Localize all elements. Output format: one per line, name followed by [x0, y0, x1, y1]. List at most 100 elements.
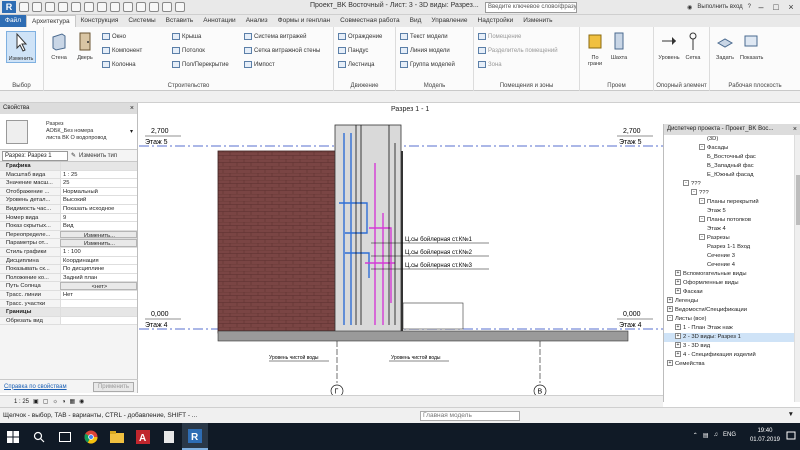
tab-structure[interactable]: Конструкция — [76, 15, 124, 27]
search-icon[interactable] — [26, 423, 52, 450]
collapse-icon[interactable]: - — [699, 144, 705, 151]
property-value[interactable]: 25 — [60, 179, 137, 187]
browser-item[interactable]: Б_Восточный фас — [664, 153, 800, 162]
print-icon[interactable] — [84, 2, 94, 12]
shadows-icon[interactable]: ◑ — [62, 399, 66, 405]
property-value[interactable]: По дисциплине — [60, 265, 137, 273]
property-value[interactable]: Вид — [60, 222, 137, 230]
pipe-label-2[interactable]: Ц.сы бойлерная ст.К№2 — [405, 249, 473, 256]
expand-icon[interactable]: + — [675, 288, 681, 295]
expand-icon[interactable]: + — [667, 306, 673, 313]
property-value[interactable]: Показать исходное — [60, 204, 137, 213]
close-hidden-icon[interactable] — [162, 2, 172, 12]
detail-level-icon[interactable]: ▣ — [33, 398, 39, 405]
binoculars-icon[interactable]: ◉ — [687, 4, 692, 11]
expand-icon[interactable]: + — [667, 360, 673, 367]
model-text-button[interactable]: Текст модели — [400, 33, 448, 40]
section-drawing[interactable]: Разрез 1 - 1 2,700 Этаж 5 2,700 Этаж 5 0… — [139, 103, 663, 398]
collapse-icon[interactable]: - — [691, 189, 697, 196]
ceiling-button[interactable]: Потолок — [172, 47, 205, 54]
expand-icon[interactable]: + — [675, 342, 681, 349]
3d-view-icon[interactable] — [123, 2, 133, 12]
save-icon[interactable] — [32, 2, 42, 12]
close-icon[interactable]: × — [130, 103, 134, 114]
filter-icon[interactable]: ▼ — [788, 411, 794, 418]
pipe-label-1[interactable]: Ц.сы бойлерная ст.К№1 — [405, 236, 473, 243]
browser-item[interactable]: + Ведомости/Спецификации — [664, 306, 800, 315]
instance-filter-select[interactable]: Разрез: Разрез 1 — [2, 150, 68, 161]
property-value[interactable] — [60, 316, 137, 325]
model-line-button[interactable]: Линия модели — [400, 47, 450, 54]
tab-view[interactable]: Вид — [405, 15, 427, 27]
browser-scrollbar[interactable] — [794, 135, 800, 402]
close-button[interactable]: × — [786, 2, 796, 12]
property-value[interactable]: Изменить... — [60, 230, 137, 239]
browser-item[interactable]: Е_Южный фасад — [664, 171, 800, 180]
pipe-label-3[interactable]: Ц.сы бойлерная ст.К№3 — [405, 262, 473, 269]
chevron-down-icon[interactable]: ▾ — [130, 128, 133, 135]
browser-item[interactable]: -??? — [664, 189, 800, 198]
task-view-icon[interactable] — [52, 423, 78, 450]
expand-icon[interactable]: + — [675, 270, 681, 277]
property-category[interactable]: Графика — [0, 162, 137, 171]
stair-button[interactable]: Лестница — [338, 61, 374, 68]
collapse-icon[interactable]: - — [699, 198, 705, 205]
floor-slab[interactable] — [217, 330, 629, 342]
drawing-area[interactable]: Разрез 1 - 1 2,700 Этаж 5 2,700 Этаж 5 0… — [139, 103, 663, 398]
help-icon[interactable]: ? — [748, 4, 751, 10]
tab-analyze[interactable]: Анализ — [241, 15, 273, 27]
tab-manage[interactable]: Управление — [426, 15, 472, 27]
measure-icon[interactable] — [97, 2, 107, 12]
properties-help-link[interactable]: Справка по свойствам — [4, 384, 67, 390]
area-button[interactable]: Зона — [478, 61, 502, 68]
property-value[interactable]: Координация — [60, 256, 137, 265]
hide-isolate-icon[interactable]: ◉ — [79, 398, 84, 405]
expand-icon[interactable]: + — [667, 297, 673, 304]
browser-item[interactable]: + Семейства — [664, 360, 800, 369]
sun-path-icon[interactable]: ☼ — [52, 399, 58, 405]
property-value[interactable]: <нет> — [60, 282, 137, 290]
collapse-icon[interactable]: - — [699, 234, 705, 241]
notifications-icon[interactable] — [786, 431, 796, 441]
close-icon[interactable]: × — [793, 124, 797, 135]
clock[interactable]: 19:40 01.07.2019 — [750, 427, 780, 445]
property-value[interactable]: Задний план — [60, 273, 137, 282]
set-button[interactable]: Задать — [714, 31, 736, 61]
property-value[interactable] — [60, 299, 137, 308]
collapse-icon[interactable]: - — [683, 180, 689, 187]
tab-file[interactable]: Файл — [0, 15, 26, 27]
tab-insert[interactable]: Вставить — [161, 15, 199, 27]
browser-item[interactable]: Сечение 3 — [664, 252, 800, 261]
browser-item[interactable]: - Планы перекрытий — [664, 198, 800, 207]
mullion-button[interactable]: Импост — [244, 61, 275, 68]
volume-icon[interactable]: ♫ — [713, 432, 718, 439]
browser-item[interactable]: Разрез 1-1 Вход — [664, 243, 800, 252]
files-icon[interactable] — [156, 423, 182, 450]
property-value[interactable]: Высокий — [60, 196, 137, 204]
opening-box[interactable] — [402, 302, 464, 330]
type-selector[interactable]: Разрез АОБК_Без номера листа ВК О водопр… — [0, 114, 137, 150]
crop-view-icon[interactable]: ▦ — [69, 398, 75, 405]
browser-item[interactable]: +1 - План Этаж наж — [664, 324, 800, 333]
revit-logo-icon[interactable]: R — [2, 1, 16, 13]
windows-start-icon[interactable] — [0, 423, 26, 450]
window-button[interactable]: Окно — [102, 33, 126, 40]
tab-annotate[interactable]: Аннотации — [198, 15, 241, 27]
model-group-button[interactable]: Группа моделей — [400, 61, 455, 68]
visual-style-icon[interactable]: ▢ — [43, 398, 49, 405]
door-button[interactable]: Дверь — [74, 31, 96, 61]
tab-addins[interactable]: Надстройки — [473, 15, 519, 27]
expand-icon[interactable]: + — [675, 279, 681, 286]
tab-modify[interactable]: Изменить — [518, 15, 557, 27]
browser-item[interactable]: + Легенды — [664, 297, 800, 306]
room-separator-button[interactable]: Разделитель помещений — [478, 47, 558, 54]
grid-button[interactable]: Сетка — [682, 31, 704, 61]
chevron-up-icon[interactable]: ⌃ — [693, 432, 698, 439]
tab-systems[interactable]: Системы — [123, 15, 160, 27]
property-value[interactable]: Нормальный — [60, 187, 137, 196]
property-category[interactable]: Границы — [0, 308, 137, 317]
floor-button[interactable]: Пол/Перекрытие — [172, 61, 229, 68]
wall-button[interactable]: Стена — [48, 31, 70, 61]
search-input[interactable]: Введите ключевое слово/фразу — [485, 2, 577, 13]
sync-icon[interactable] — [45, 2, 55, 12]
